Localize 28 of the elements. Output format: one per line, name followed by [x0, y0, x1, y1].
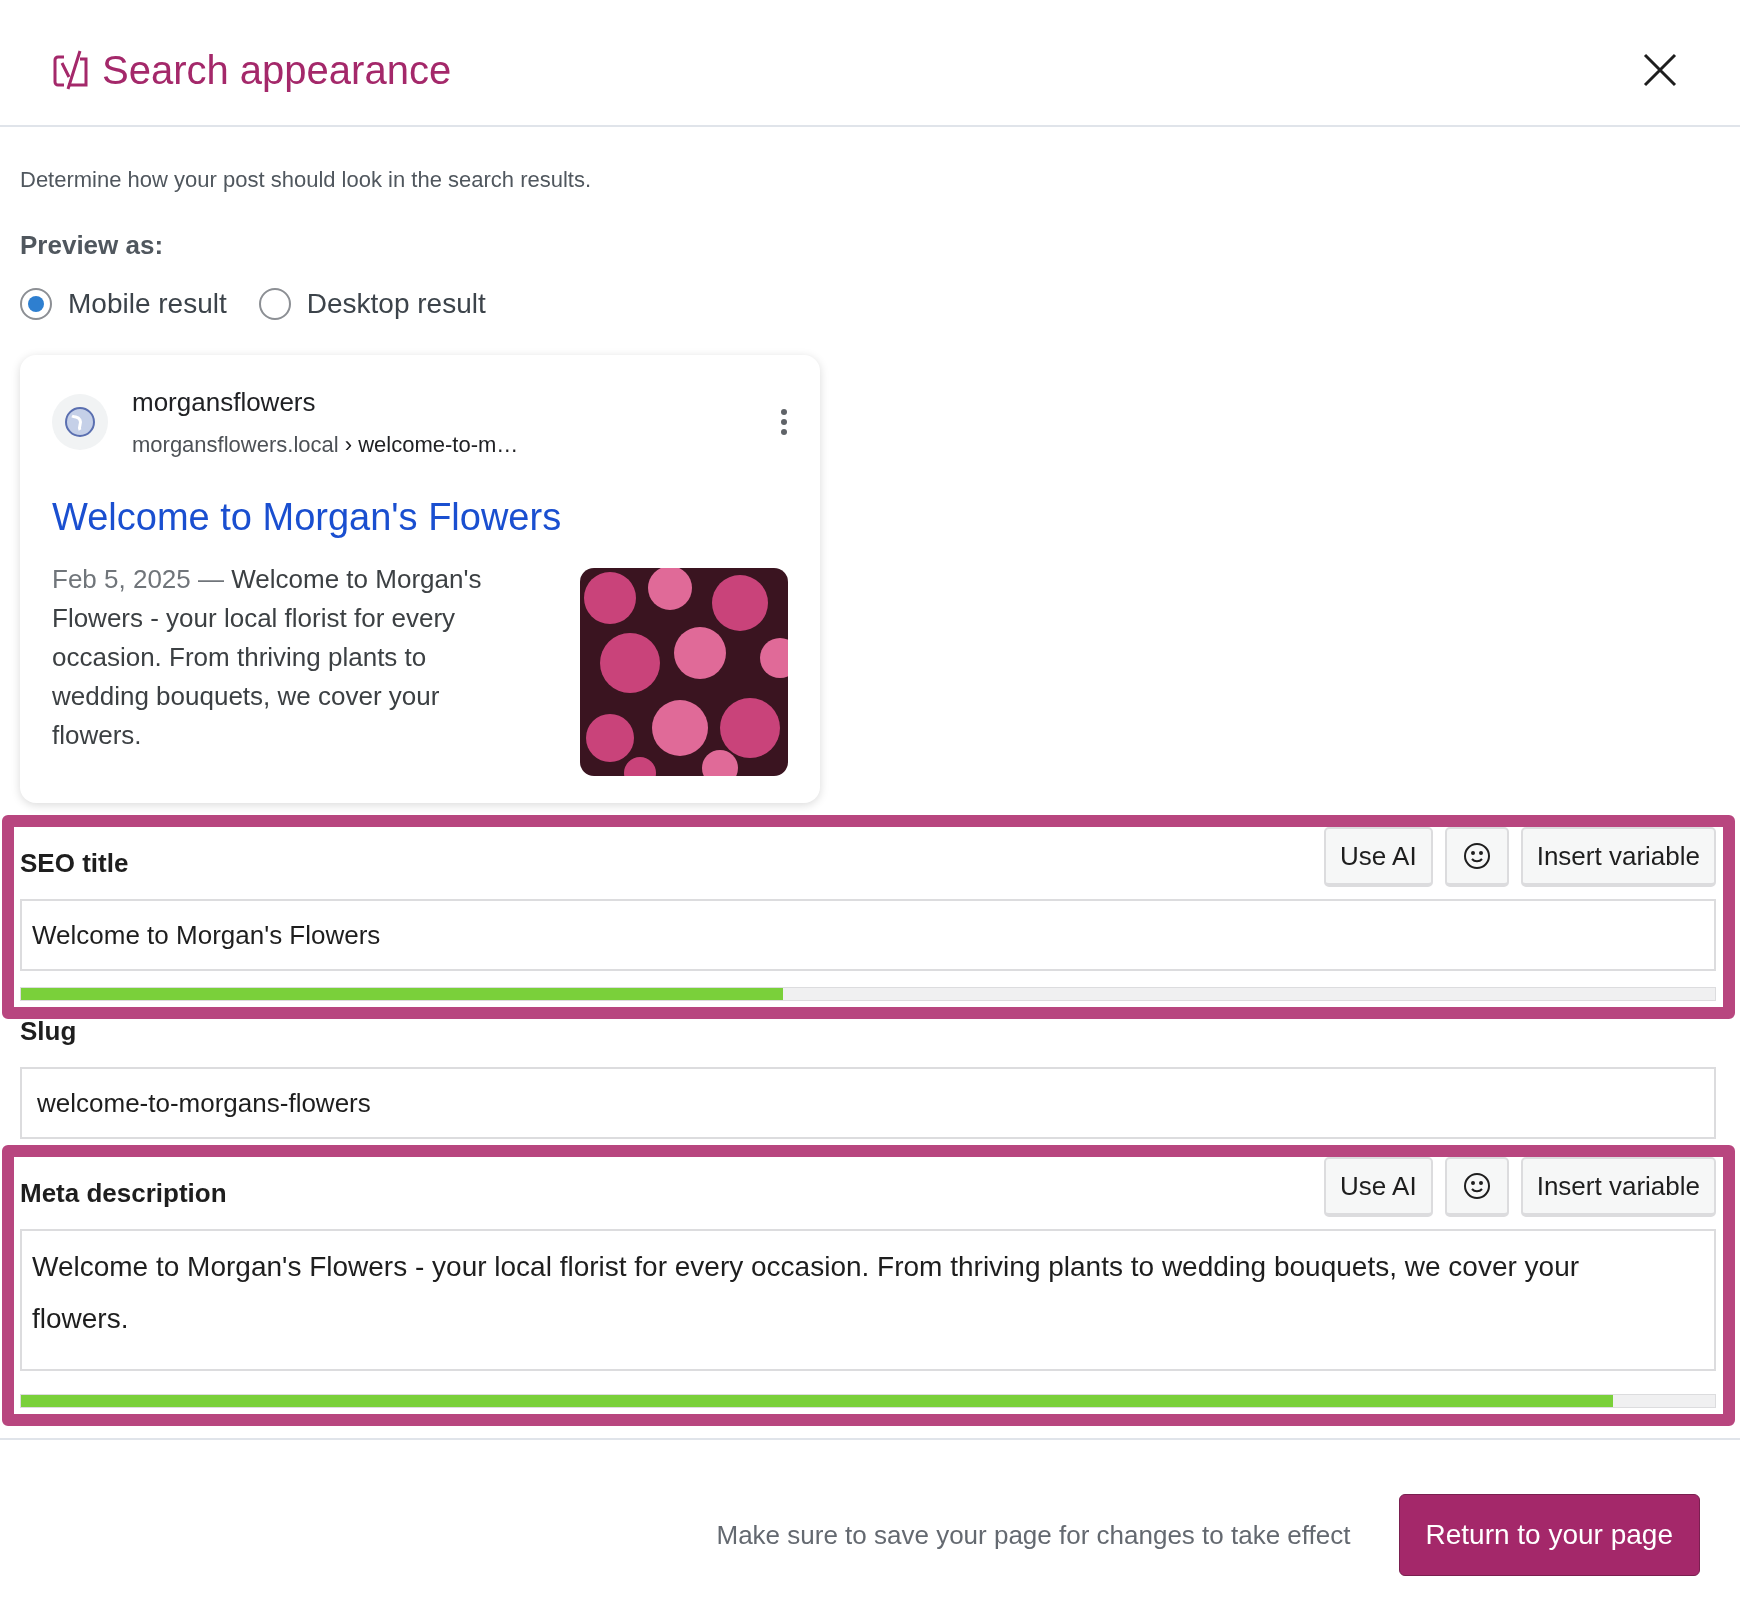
- smiley-icon: [1462, 1172, 1491, 1200]
- radio-option[interactable]: Desktop result: [258, 283, 486, 325]
- radio-option[interactable]: Mobile result: [20, 283, 227, 325]
- toolbar-button[interactable]: Insert variable: [1520, 1157, 1716, 1217]
- intro-text: Determine how your post should look in the search results.: [20, 166, 593, 194]
- toolbar-button[interactable]: Use AI: [1324, 1157, 1433, 1217]
- emoji-button[interactable]: [1444, 827, 1509, 887]
- close-icon: [1643, 52, 1677, 87]
- result-snippet: Feb 5, 2025 — Welcome to Morgan's Flowers - your local florist for every occasion. From thriving plants to wedding bouquets, we cover your flowers.: [52, 563, 483, 752]
- field-label: Slug: [20, 1016, 77, 1046]
- textarea-field[interactable]: Welcome to Morgan's Flowers - your local florist for every occasion. From thriving plants to wedding bouquets, we cover your flowers.: [20, 1229, 1716, 1371]
- field-label: Meta description: [20, 1178, 227, 1208]
- result-title[interactable]: Welcome to Morgan's Flowers: [52, 489, 788, 546]
- input-field[interactable]: welcome-to-morgans-flowers: [20, 1067, 1716, 1139]
- toolbar-button[interactable]: Insert variable: [1520, 827, 1716, 887]
- input-field[interactable]: Welcome to Morgan's Flowers: [20, 899, 1716, 971]
- toolbar-button[interactable]: Use AI: [1324, 827, 1433, 887]
- dialog-title: Search appearance: [102, 46, 452, 94]
- site-name: morgansflowers: [132, 386, 317, 419]
- result-url: morgansflowers.local › welcome-to-m…: [132, 431, 520, 459]
- favicon-icon: [52, 394, 108, 450]
- smiley-icon: [1462, 842, 1491, 870]
- field-label: SEO title: [20, 848, 129, 878]
- save-note: Make sure to save your page for changes to take effect: [716, 1518, 1351, 1552]
- preview-label: Preview as:: [20, 229, 165, 262]
- emoji-button[interactable]: [1444, 1157, 1509, 1217]
- return-button[interactable]: Return to your page: [1398, 1494, 1700, 1576]
- more-icon[interactable]: [780, 409, 788, 435]
